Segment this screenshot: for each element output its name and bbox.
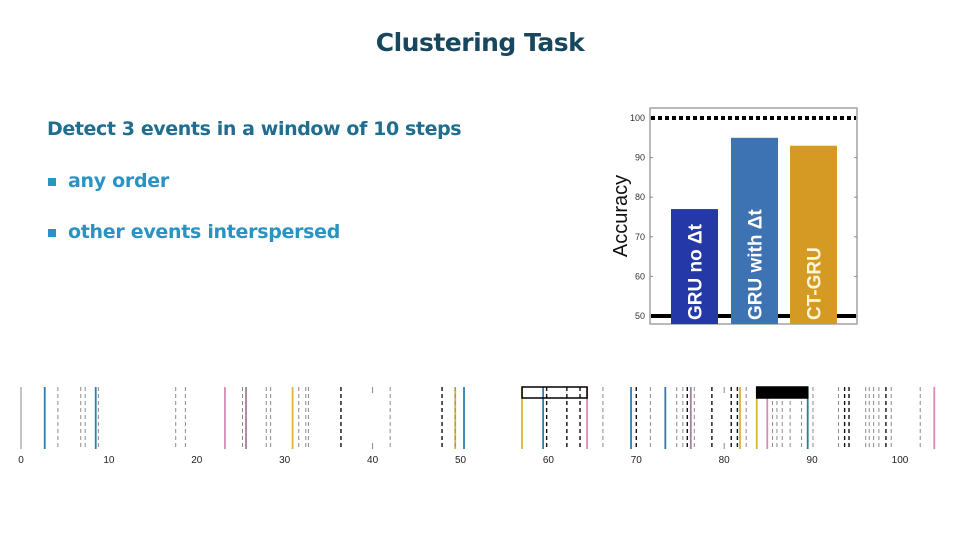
bullet-text: other events interspersed xyxy=(68,221,341,243)
bar-base xyxy=(731,308,778,324)
bullet-item: any order xyxy=(48,170,169,192)
target-window-box xyxy=(521,386,588,399)
x-tick-label: 30 xyxy=(279,455,291,466)
accuracy-bar-chart: Accuracy 50 60 70 80 90 100 GRU no Δt GRU with … xyxy=(610,107,858,325)
y-tick-label: 50 xyxy=(635,311,645,321)
event-raster-chart: 0 10 20 30 40 50 60 70 80 90 100 xyxy=(18,386,936,466)
bullet-square-icon xyxy=(48,178,56,186)
y-axis-label: Accuracy xyxy=(610,175,632,257)
x-tick-label: 20 xyxy=(191,455,203,466)
bullet-item: other events interspersed xyxy=(48,221,340,243)
bar xyxy=(671,209,718,324)
bar xyxy=(731,137,778,324)
task-heading: Detect 3 events in a window of 10 steps xyxy=(47,118,462,140)
y-tick-label: 60 xyxy=(635,271,645,281)
bar-label: GRU with Δt xyxy=(746,209,767,320)
y-tick-label: 80 xyxy=(635,192,645,202)
bullet-square-icon xyxy=(48,229,56,237)
x-tick-label: 50 xyxy=(455,455,467,466)
bar xyxy=(790,145,837,324)
bar-base xyxy=(671,308,718,324)
bullet-text: any order xyxy=(68,170,169,192)
plot-frame xyxy=(649,107,858,325)
bar-label: CT-GRU xyxy=(805,247,826,320)
y-tick-label: 70 xyxy=(635,232,645,242)
x-tick-label: 10 xyxy=(103,455,115,466)
slide-title: Clustering Task xyxy=(375,28,585,57)
x-tick-label: 40 xyxy=(367,455,379,466)
detected-window-box xyxy=(755,386,809,399)
bar-label: GRU no Δt xyxy=(686,223,707,320)
x-tick-label: 90 xyxy=(807,455,819,466)
x-tick-label: 70 xyxy=(631,455,643,466)
bar-base xyxy=(790,308,837,324)
y-tick-label: 90 xyxy=(635,153,645,163)
y-tick-label: 100 xyxy=(630,113,645,123)
x-tick-label: 100 xyxy=(892,455,909,466)
x-tick-label: 60 xyxy=(543,455,555,466)
x-tick-label: 0 xyxy=(18,455,24,466)
x-tick-label: 80 xyxy=(719,455,731,466)
